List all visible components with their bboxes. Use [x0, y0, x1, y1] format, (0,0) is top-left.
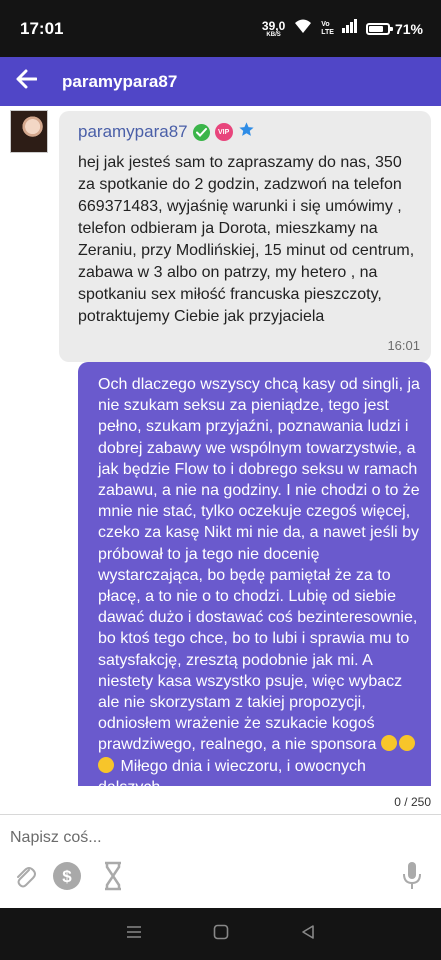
net-speed-value: 39,0 — [261, 18, 286, 33]
outgoing-message-text: Och dlaczego wszyscy chcą kasy od singli… — [98, 376, 420, 754]
volte-top: Vo — [321, 20, 330, 28]
battery: 71% — [365, 20, 423, 37]
recent-apps-icon — [126, 925, 142, 944]
wifi-icon — [293, 18, 313, 39]
arrow-left-icon — [15, 69, 38, 94]
composer-divider — [0, 814, 441, 815]
status-time: 17:01 — [20, 18, 64, 38]
sender-row: paramypara87 VIP — [78, 121, 421, 143]
message-input[interactable] — [10, 826, 410, 850]
battery-icon — [365, 22, 393, 35]
chat-title: paramypara87 — [62, 71, 178, 91]
star-icon — [238, 121, 255, 143]
outgoing-message-bubble: Och dlaczego wszyscy chcą kasy od singli… — [78, 362, 431, 786]
incoming-message-time: 16:01 — [387, 338, 420, 353]
status-icons: 39,0 KB/S Vo LTE 71% — [262, 18, 423, 39]
message-composer: 0 / 250 $ — [0, 786, 441, 908]
slightly-frowning-face-icon — [380, 735, 397, 752]
outgoing-message-content: Och dlaczego wszyscy chcą kasy od singli… — [98, 374, 421, 786]
battery-level-fill — [368, 25, 384, 32]
hushed-face-icon — [398, 735, 415, 752]
volte-bottom: LTE — [321, 28, 334, 36]
sender-name[interactable]: paramypara87 — [78, 122, 188, 142]
home-button[interactable] — [210, 923, 232, 945]
attach-button[interactable] — [10, 862, 40, 894]
verified-check-icon — [192, 123, 210, 141]
incoming-message-text: hej jak jesteś sam to zapraszamy do nas,… — [78, 154, 415, 325]
status-bar: 17:01 39,0 KB/S Vo LTE 71% — [0, 0, 441, 57]
paperclip-icon — [14, 863, 36, 894]
recent-apps-button[interactable] — [123, 923, 145, 945]
send-money-button[interactable]: $ — [52, 861, 82, 896]
system-nav-bar — [0, 908, 441, 960]
message-list[interactable]: paramypara87 VIP hej jak jesteś sam to z… — [0, 106, 441, 786]
back-button[interactable] — [12, 68, 40, 96]
dollar-coin-icon: $ — [52, 861, 82, 896]
battery-percent: 71% — [394, 20, 423, 37]
volte-indicator: Vo LTE — [321, 21, 334, 36]
incoming-message-bubble: paramypara87 VIP hej jak jesteś sam to z… — [59, 111, 431, 362]
back-nav-button[interactable] — [297, 923, 319, 945]
signal-icon — [341, 19, 358, 38]
outgoing-message-tail-text: Miłego dnia i wieczoru, i owocnych dalsz… — [98, 757, 366, 786]
sender-avatar[interactable] — [10, 110, 48, 153]
sad-face-icon — [98, 756, 114, 773]
home-icon — [213, 924, 229, 945]
microphone-icon — [401, 861, 423, 896]
net-speed: 39,0 KB/S — [262, 20, 285, 38]
voice-button[interactable] — [397, 861, 427, 896]
vip-badge-icon: VIP — [214, 123, 233, 141]
char-counter: 0 / 250 — [394, 795, 431, 809]
net-speed-unit: KB/S — [266, 31, 281, 38]
timer-button[interactable] — [98, 861, 128, 896]
chat-header: paramypara87 — [0, 57, 441, 106]
hourglass-icon — [103, 861, 123, 896]
svg-text:$: $ — [62, 867, 72, 886]
back-triangle-icon — [301, 924, 315, 945]
